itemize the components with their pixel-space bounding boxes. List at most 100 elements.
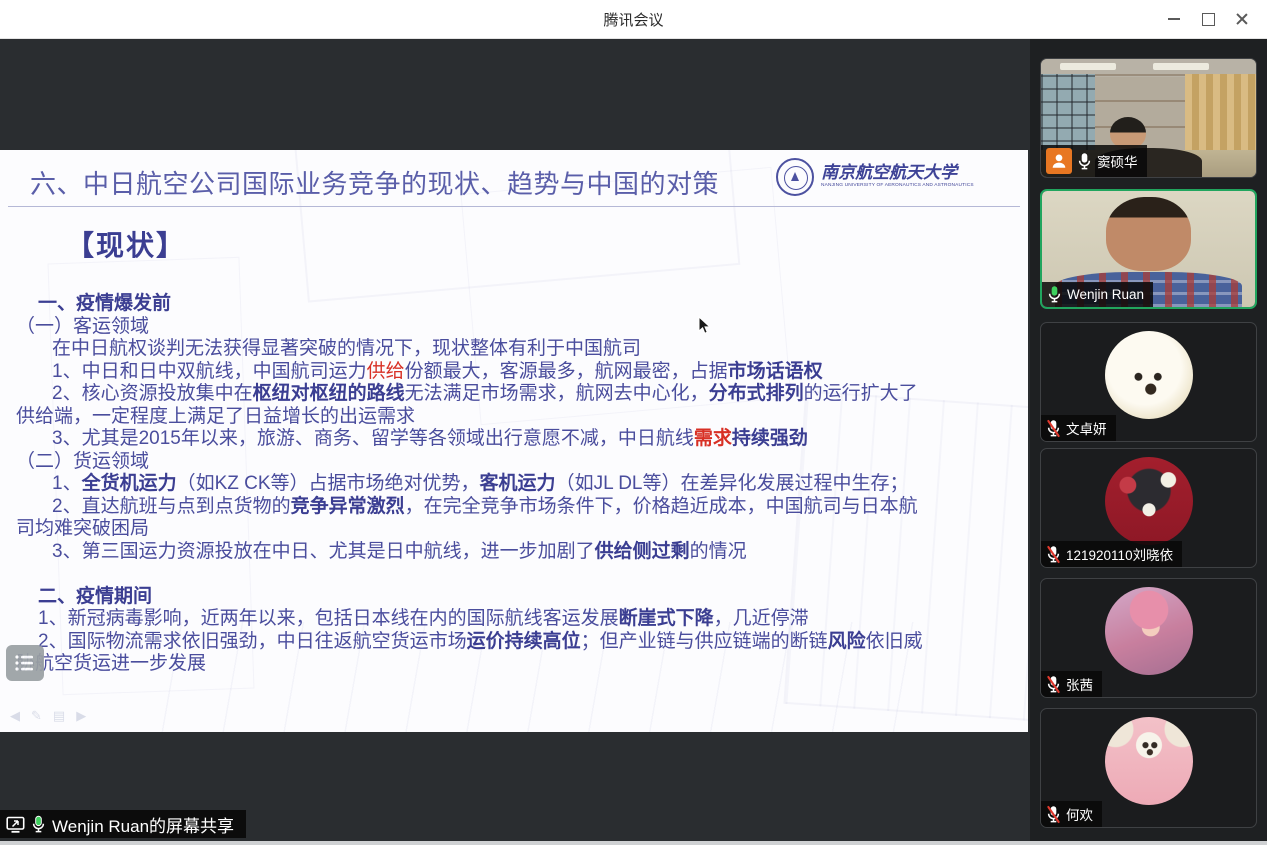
maximize-button[interactable]	[1191, 0, 1225, 38]
slide-line: 司均难突破困局	[16, 518, 1020, 541]
slide-line: 2、核心资源投放集中在枢纽对枢纽的路线无法满足市场需求，航网去中心化，分布式排列…	[16, 383, 1020, 406]
slide-text-segment: （如JL DL等）在差异化发展过程中生存；	[556, 473, 909, 494]
mic-icon	[1047, 285, 1062, 304]
slide-text-segment: 客机运力	[480, 473, 556, 494]
participant-avatar	[1105, 587, 1193, 675]
slide-text-segment: 枢纽对枢纽的路线	[253, 383, 405, 404]
wood-door	[1185, 74, 1256, 152]
participant-name-badge: Wenjin Ruan	[1042, 282, 1153, 307]
slide-text-segment: 3、第三国运力资源投放在中日、尤其是日中航线，进一步加剧了	[52, 541, 595, 562]
participant-avatar	[1105, 717, 1193, 805]
slide-text-segment: 1、新冠病毒影响，近两年以来，包括日本线在内的国际航线客运发展	[38, 608, 619, 629]
participant-name: 121920110刘晓依	[1066, 544, 1173, 564]
next-slide-icon[interactable]: ▶	[76, 708, 86, 724]
slide-text-segment: （二）货运领域	[16, 451, 149, 472]
slide-text-segment: 一、疫情爆发前	[38, 293, 171, 314]
mic-muted-icon	[1046, 419, 1061, 438]
participant-tile[interactable]: 窦硕华	[1040, 58, 1257, 178]
participant-avatar	[1105, 457, 1193, 545]
slide-text-segment: 的情况	[690, 541, 747, 562]
slide-text-segment: 份额最大，客源最多，航网最密，占据	[405, 361, 728, 382]
participant-tile[interactable]: 文卓妍	[1040, 322, 1257, 442]
slide-line: 胁航空货运进一步发展	[16, 653, 1020, 676]
slide-line: 2、直达航班与点到点货物的竞争异常激烈，在完全竞争市场条件下，价格趋近成本，中国…	[16, 496, 1020, 519]
slide-line: 一、疫情爆发前	[16, 293, 1020, 316]
participant-name: Wenjin Ruan	[1067, 287, 1144, 302]
slide-text-segment: 依旧威	[866, 631, 923, 652]
slide-text-segment: 无法满足市场需求，航网去中心化，	[405, 383, 709, 404]
slide-line: 2、国际物流需求依旧强劲，中日往返航空货运市场运价持续高位；但产业链与供应链端的…	[16, 631, 1020, 654]
participant-name: 文卓妍	[1066, 418, 1107, 438]
participant-name-badge: 文卓妍	[1041, 415, 1116, 441]
participant-tile[interactable]: 何欢	[1040, 708, 1257, 828]
slide-text-segment: ，几近停滞	[714, 608, 809, 629]
screen-share-label: Wenjin Ruan的屏幕共享	[52, 812, 234, 837]
slide-section-label: 【现状】	[66, 224, 186, 264]
participant-name: 何欢	[1066, 804, 1093, 824]
slide-text-segment: 供给端，一定程度上满足了日益增长的出运需求	[16, 406, 415, 427]
slide-text-segment: 的运行扩大了	[804, 383, 918, 404]
slide-text-segment: 司均难突破困局	[16, 518, 149, 539]
slide-line: （二）货运领域	[16, 451, 1020, 474]
close-icon	[1235, 12, 1249, 26]
participant-name: 张茜	[1066, 674, 1093, 694]
person-head	[1106, 197, 1191, 271]
slide-text-segment: 供给侧过剩	[595, 541, 690, 562]
slide-line: 3、第三国运力资源投放在中日、尤其是日中航线，进一步加剧了供给侧过剩的情况	[16, 541, 1020, 564]
host-badge	[1046, 148, 1072, 174]
university-name-cn: 南京航空航天大学	[821, 164, 1012, 183]
minimize-icon	[1168, 18, 1180, 20]
person-head	[1110, 117, 1146, 149]
slide-line: 1、新冠病毒影响，近两年以来，包括日本线在内的国际航线客运发展断崖式下降，几近停…	[16, 608, 1020, 631]
screen-share-banner: Wenjin Ruan的屏幕共享	[0, 810, 246, 838]
slide-line	[16, 563, 1020, 586]
slide-body: 一、疫情爆发前（一）客运领域在中日航权谈判无法获得显著突破的情况下，现状整体有利…	[16, 293, 1020, 676]
slide-text-segment: 1、中日和日中双航线，中国航司运力	[52, 361, 367, 382]
slide-text-segment: 2、直达航班与点到点货物的	[52, 496, 291, 517]
maximize-icon	[1202, 13, 1215, 26]
slide-text-segment: 需求	[694, 428, 732, 449]
mic-muted-icon	[1046, 805, 1061, 824]
university-name-en: NANJING UNIVERSITY OF AERONAUTICS AND AS…	[821, 183, 974, 188]
slide-title: 六、中日航空公司国际业务竞争的现状、趋势与中国的对策	[30, 164, 719, 201]
participant-tile[interactable]: Wenjin Ruan	[1040, 189, 1257, 309]
mouse-cursor	[698, 316, 711, 335]
list-icon	[14, 653, 36, 673]
pen-icon[interactable]: ✎	[31, 708, 42, 724]
person-icon	[1050, 152, 1068, 170]
slide-line: 供给端，一定程度上满足了日益增长的出运需求	[16, 406, 1020, 429]
shared-screen-area: 六、中日航空公司国际业务竞争的现状、趋势与中国的对策 南京航空航天大学 NANJ…	[0, 38, 1030, 845]
slide-line: 3、尤其是2015年以来，旅游、商务、留学等各领域出行意愿不减，中日航线需求持续…	[16, 428, 1020, 451]
slide-line: 在中日航权谈判无法获得显著突破的情况下，现状整体有利于中国航司	[16, 338, 1020, 361]
close-button[interactable]	[1225, 0, 1259, 38]
shoji-screen	[1041, 74, 1095, 154]
slide-text-segment: （如KZ CK等）占据市场绝对优势，	[177, 473, 480, 494]
minimize-button[interactable]	[1157, 0, 1191, 38]
slide-text-segment: 风险	[828, 631, 866, 652]
prev-slide-icon[interactable]: ◀	[10, 708, 20, 724]
titlebar: 腾讯会议	[0, 0, 1267, 39]
slide-line: 1、中日和日中双航线，中国航司运力供给份额最大，客源最多，航网最密，占据市场话语…	[16, 361, 1020, 384]
participant-tile[interactable]: 121920110刘晓依	[1040, 448, 1257, 568]
slide-text-segment: （一）客运领域	[16, 316, 149, 337]
mic-muted-icon	[1046, 675, 1061, 694]
slide-text-segment: 2、核心资源投放集中在	[52, 383, 253, 404]
window-title: 腾讯会议	[603, 9, 663, 30]
university-emblem-icon	[776, 158, 814, 196]
slide-text-segment: 在中日航权谈判无法获得显著突破的情况下，现状整体有利于中国航司	[52, 338, 641, 359]
participant-name-badge: 121920110刘晓依	[1041, 541, 1182, 567]
mic-icon	[1077, 152, 1092, 171]
slide-text-segment: 竞争异常激烈	[291, 496, 405, 517]
slide-text-segment: 持续强劲	[732, 428, 808, 449]
participant-tile[interactable]: 张茜	[1040, 578, 1257, 698]
slide-line: 1、全货机运力（如KZ CK等）占据市场绝对优势，客机运力（如JL DL等）在差…	[16, 473, 1020, 496]
participants-sidebar: 窦硕华 Wenjin Ruan 文卓妍 121920110刘晓依张茜何欢	[1030, 38, 1267, 845]
participant-name: 窦硕华	[1097, 151, 1138, 171]
window-controls	[1157, 0, 1259, 38]
slide-line: 二、疫情期间	[16, 586, 1020, 609]
slide-text-segment: 分布式排列	[709, 383, 804, 404]
title-divider	[8, 206, 1020, 207]
slide-text-segment: 供给	[367, 361, 405, 382]
slide-menu-icon[interactable]: ▤	[53, 708, 65, 724]
annotation-panel-button[interactable]	[6, 645, 44, 681]
